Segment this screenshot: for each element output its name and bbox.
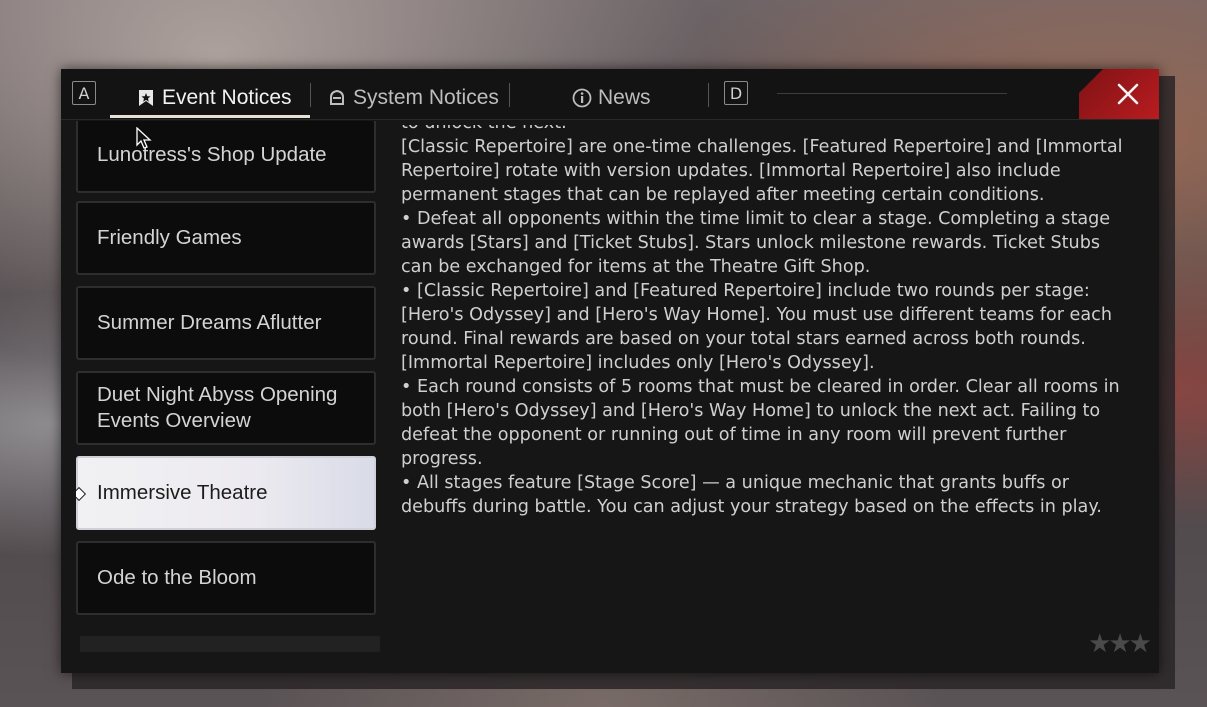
close-icon	[1117, 83, 1139, 105]
tab-divider	[509, 83, 510, 107]
content-paragraph: • [Classic Repertoire] and [Featured Rep…	[401, 281, 1118, 373]
list-item[interactable]: Friendly Games	[76, 201, 376, 275]
tab-label: Event Notices	[162, 86, 292, 109]
list-item-label: Duet Night Abyss Opening Events Overview	[97, 383, 338, 432]
system-bell-icon	[327, 88, 347, 108]
tab-bar: A Event Notices System Notices News D	[61, 69, 1159, 120]
mouse-cursor-icon	[136, 127, 152, 149]
header-decor-line	[777, 93, 1007, 94]
list-item-label: Ode to the Bloom	[97, 566, 257, 589]
list-scrollbar[interactable]	[80, 636, 380, 652]
tab-divider	[708, 83, 709, 107]
close-button[interactable]	[1079, 69, 1159, 119]
notice-panel: A Event Notices System Notices News D Lu…	[61, 69, 1159, 673]
list-item-selected[interactable]: Immersive Theatre	[76, 456, 376, 530]
list-item-label: Friendly Games	[97, 226, 242, 249]
content-paragraph: • Defeat all opponents within the time l…	[401, 209, 1116, 277]
list-item-label: Immersive Theatre	[97, 481, 268, 504]
tab-label: System Notices	[353, 86, 499, 109]
content-paragraph: [Classic Repertoire] are one-time challe…	[401, 137, 1129, 205]
event-bookmark-icon	[136, 88, 156, 108]
list-item[interactable]: Lunotress's Shop Update	[76, 121, 376, 193]
list-item[interactable]: Summer Dreams Aflutter	[76, 286, 376, 360]
selected-marker-icon	[76, 486, 87, 502]
active-tab-indicator	[110, 115, 310, 118]
tab-event-notices[interactable]: Event Notices	[136, 79, 292, 117]
key-hint-right: D	[724, 81, 748, 105]
tab-divider	[310, 83, 311, 107]
list-item-label: Summer Dreams Aflutter	[97, 311, 322, 334]
list-item[interactable]: Ode to the Bloom	[76, 541, 376, 615]
notice-list[interactable]: Lunotress's Shop Update Friendly Games S…	[76, 121, 376, 626]
content-paragraph: to unlock the next.	[401, 125, 1131, 135]
tab-system-notices[interactable]: System Notices	[327, 79, 499, 117]
key-hint-left: A	[72, 81, 96, 105]
notice-content: to unlock the next. [Classic Repertoire]…	[401, 125, 1131, 625]
content-paragraph: • All stages feature [Stage Score] — a u…	[401, 473, 1102, 517]
decorative-stars-icon: ★★★	[1088, 629, 1152, 659]
tab-label: News	[598, 86, 651, 109]
tab-news[interactable]: News	[572, 79, 651, 117]
content-paragraph: • Each round consists of 5 rooms that mu…	[401, 377, 1126, 469]
info-icon	[572, 88, 592, 108]
list-item[interactable]: Duet Night Abyss Opening Events Overview	[76, 371, 376, 445]
